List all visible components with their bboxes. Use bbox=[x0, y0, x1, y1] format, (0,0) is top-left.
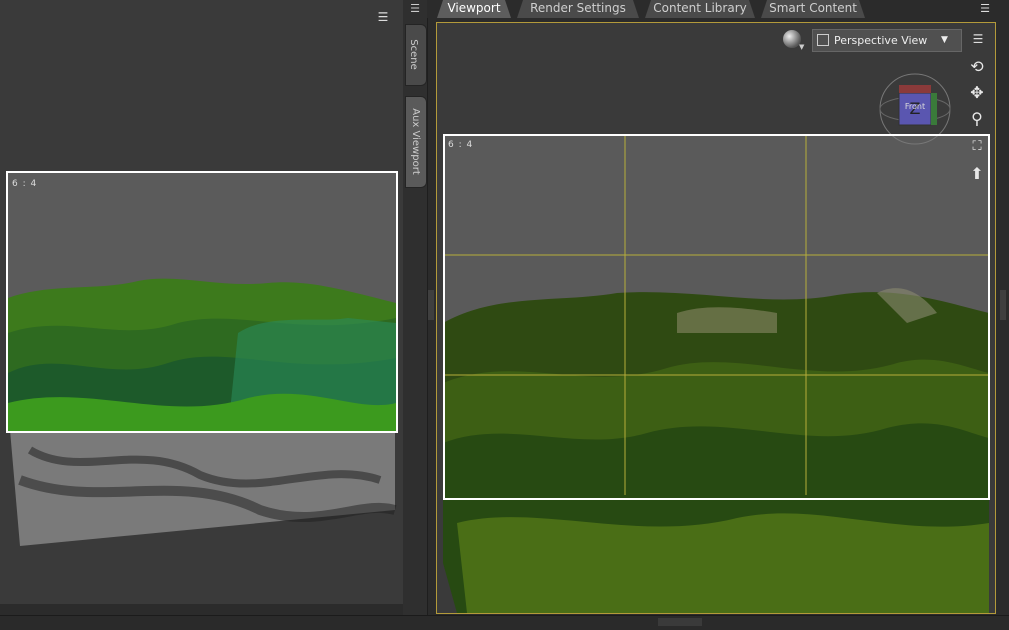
viewport-menu-icon[interactable]: ☰ bbox=[970, 32, 986, 46]
chevron-down-icon: ▼ bbox=[941, 35, 948, 45]
zoom-icon[interactable]: ⚲ bbox=[966, 108, 988, 130]
view-select-value: Perspective View bbox=[834, 34, 928, 47]
aux-ratio-label: 6 : 4 bbox=[12, 179, 37, 189]
frame-icon[interactable]: ⛶ bbox=[966, 136, 988, 158]
main-tab-bar: Viewport Render Settings Content Library… bbox=[427, 0, 1009, 18]
tab-content-library-label: Content Library bbox=[653, 1, 747, 15]
tab-scene[interactable]: Scene bbox=[405, 24, 427, 86]
tab-render-settings[interactable]: Render Settings bbox=[517, 0, 639, 18]
tabbar-menu-icon[interactable]: ☰ bbox=[977, 2, 993, 16]
draw-style-dropdown-icon[interactable]: ▼ bbox=[799, 43, 804, 51]
viewport-ratio-label: 6 : 4 bbox=[448, 140, 474, 150]
tab-scene-label: Scene bbox=[407, 39, 419, 70]
cube-face-label: Front bbox=[905, 102, 925, 111]
aux-terrain-shadow bbox=[10, 430, 397, 546]
viewport-camera-frame: 6 : 4 bbox=[443, 134, 990, 500]
side-tab-strip: ☰ Scene Aux Viewport bbox=[403, 0, 428, 615]
tab-content-library[interactable]: Content Library bbox=[645, 0, 755, 18]
bottom-status-bar bbox=[0, 615, 1009, 630]
tab-aux-viewport-label: Aux Viewport bbox=[409, 108, 421, 175]
tab-smart-content-label: Smart Content bbox=[769, 1, 857, 15]
tab-viewport[interactable]: Viewport bbox=[437, 0, 511, 18]
pan-icon[interactable]: ✥ bbox=[966, 82, 988, 104]
aux-viewport-panel: ☰ 6 : 4 bbox=[0, 0, 404, 604]
left-collapse-handle[interactable] bbox=[428, 290, 434, 320]
orbit-icon[interactable]: ⟲ bbox=[966, 56, 988, 78]
aux-terrain-render: 6 : 4 bbox=[8, 173, 396, 431]
tab-aux-viewport[interactable]: Aux Viewport bbox=[405, 96, 427, 188]
bottom-collapse-handle[interactable] bbox=[658, 618, 702, 626]
bend-icon[interactable]: ⬆ bbox=[966, 163, 988, 185]
view-select-dropdown[interactable]: Perspective View ▼ bbox=[812, 29, 962, 52]
tab-viewport-label: Viewport bbox=[447, 1, 501, 15]
view-grid-icon bbox=[817, 34, 829, 46]
tab-smart-content[interactable]: Smart Content bbox=[761, 0, 865, 18]
right-collapse-handle[interactable] bbox=[1000, 290, 1006, 320]
aux-viewport-frame[interactable]: 6 : 4 bbox=[6, 171, 398, 433]
panel-menu-icon[interactable]: ☰ bbox=[376, 10, 390, 24]
strip-menu-icon[interactable]: ☰ bbox=[407, 2, 423, 16]
tab-render-settings-label: Render Settings bbox=[530, 1, 626, 15]
